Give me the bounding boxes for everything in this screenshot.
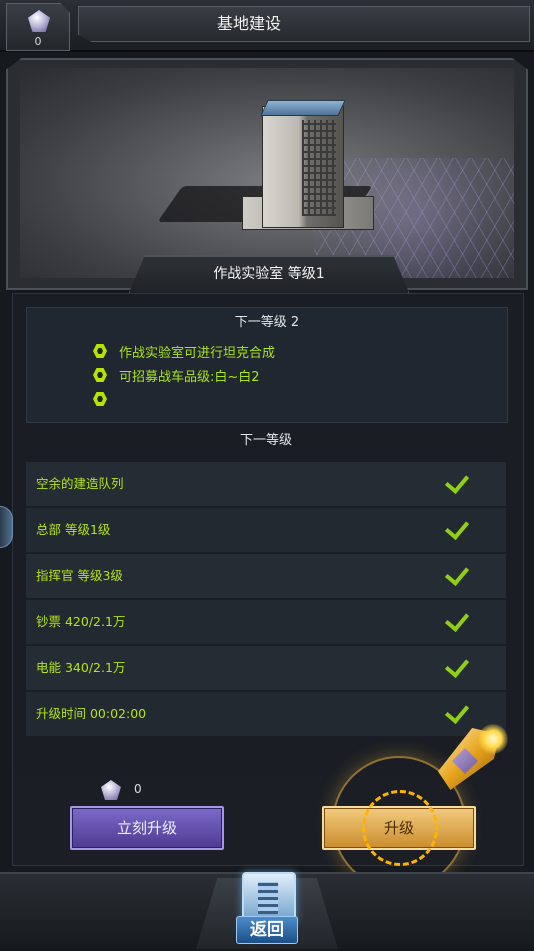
- building-preview: [20, 68, 514, 278]
- back-button[interactable]: 返回: [236, 872, 298, 946]
- hex-bullet-icon: [93, 392, 107, 406]
- benefit-item: 作战实验室可进行坦克合成: [93, 340, 275, 362]
- benefit-item: [93, 388, 119, 410]
- checkmark-icon: [442, 611, 468, 631]
- benefit-item: 可招募战车品级:白~白2: [93, 364, 260, 386]
- tutorial-pointer-glow: [478, 724, 508, 754]
- checkmark-icon: [442, 473, 468, 493]
- instant-cost: 0: [134, 782, 142, 796]
- requirement-label: 指挥官 等级3级: [36, 568, 123, 583]
- side-drawer-tab[interactable]: [0, 506, 13, 548]
- page-title: 基地建设: [216, 14, 281, 33]
- requirement-row: 指挥官 等级3级: [26, 554, 506, 599]
- checkmark-icon: [442, 703, 468, 723]
- building-windows: [302, 120, 336, 216]
- requirement-row: 钞票 420/2.1万: [26, 600, 506, 645]
- back-label: 返回: [236, 916, 298, 944]
- hex-bullet-icon: [93, 368, 107, 382]
- top-bar: 0 基地建设: [0, 0, 534, 52]
- gem-icon: [28, 10, 50, 32]
- requirement-label: 升级时间 00:02:00: [36, 706, 147, 721]
- requirement-label: 钞票 420/2.1万: [36, 614, 126, 629]
- checkmark-icon: [442, 565, 468, 585]
- checkmark-icon: [442, 519, 468, 539]
- requirement-row: 空余的建造队列: [26, 462, 506, 507]
- requirement-label: 空余的建造队列: [36, 476, 124, 491]
- tutorial-highlight-dashed-ring: [362, 790, 438, 866]
- checkmark-icon: [442, 657, 468, 677]
- title-plate: 基地建设: [78, 6, 530, 42]
- requirement-row: 升级时间 00:02:00: [26, 692, 506, 737]
- benefit-text: 可招募战车品级:白~白2: [119, 369, 260, 385]
- gem-balance[interactable]: 0: [6, 3, 70, 51]
- hex-bullet-icon: [93, 344, 107, 358]
- requirement-label: 电能 340/2.1万: [36, 660, 126, 675]
- building-caption-plate: 作战实验室 等级1: [128, 255, 410, 295]
- requirement-row: 总部 等级1级: [26, 508, 506, 553]
- requirements-title: 下一等级: [239, 433, 292, 448]
- instant-upgrade-button[interactable]: 立刻升级: [70, 806, 224, 850]
- building-roof: [260, 100, 346, 116]
- gem-count: 0: [34, 35, 42, 48]
- building-name-level: 作战实验室 等级1: [213, 266, 325, 282]
- next-level-title: 下一等级 2: [234, 315, 300, 330]
- benefit-text: 作战实验室可进行坦克合成: [119, 345, 276, 361]
- next-level-box: 下一等级 2 作战实验室可进行坦克合成 可招募战车品级:白~白2: [26, 307, 508, 423]
- requirement-row: 电能 340/2.1万: [26, 646, 506, 691]
- requirement-label: 总部 等级1级: [36, 522, 111, 537]
- requirements-header: 下一等级: [26, 428, 506, 452]
